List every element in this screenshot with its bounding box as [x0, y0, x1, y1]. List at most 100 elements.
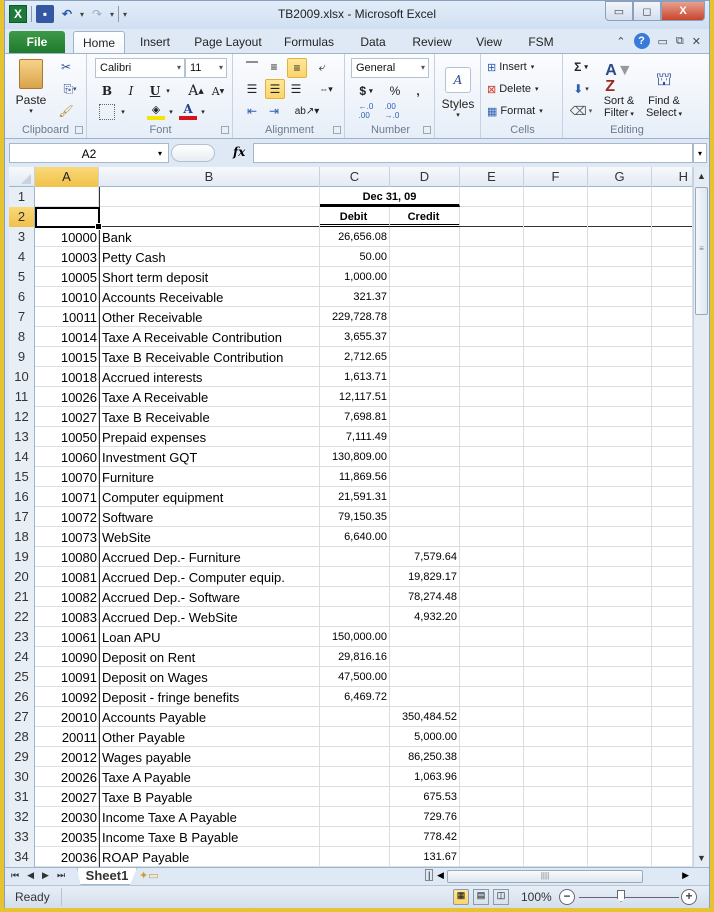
grow-font-button[interactable]: A ▲	[187, 82, 205, 100]
credit-header[interactable]: Credit	[390, 207, 460, 227]
align-left-icon[interactable]: ☰	[243, 80, 261, 98]
column-header-g[interactable]: G	[588, 167, 652, 187]
credit-cell[interactable]	[390, 367, 460, 387]
cell[interactable]	[460, 367, 524, 387]
cell[interactable]	[588, 227, 652, 247]
account-name-cell[interactable]: ROAP Payable	[99, 847, 320, 867]
cell[interactable]	[460, 227, 524, 247]
cell[interactable]	[460, 467, 524, 487]
cell[interactable]	[460, 387, 524, 407]
align-middle-icon[interactable]: ≡	[265, 58, 283, 76]
credit-cell[interactable]	[390, 447, 460, 467]
debit-cell[interactable]: 50.00	[320, 247, 390, 267]
row-header[interactable]: 23	[9, 627, 35, 647]
cell[interactable]	[524, 407, 588, 427]
orientation-icon[interactable]: ab↗▾	[295, 102, 320, 120]
credit-cell[interactable]: 19,829.17	[390, 567, 460, 587]
account-name-cell[interactable]: Taxe A Receivable Contribution	[99, 327, 320, 347]
percent-button[interactable]: %	[387, 82, 403, 100]
row-header[interactable]: 3	[9, 227, 35, 247]
cell[interactable]	[588, 787, 652, 807]
cell[interactable]	[588, 727, 652, 747]
cell[interactable]	[460, 647, 524, 667]
cell[interactable]	[460, 747, 524, 767]
tab-fsm[interactable]: FSM	[523, 31, 559, 53]
cell[interactable]	[524, 747, 588, 767]
account-name-cell[interactable]: Investment GQT	[99, 447, 320, 467]
row-header[interactable]: 30	[9, 767, 35, 787]
row-header[interactable]: 27	[9, 707, 35, 727]
account-number-cell[interactable]: 10082	[35, 587, 99, 607]
debit-cell[interactable]	[320, 547, 390, 567]
insert-cells-button[interactable]: ⊞ Insert ▾	[487, 58, 557, 76]
split-handle[interactable]: |	[425, 869, 434, 881]
account-name-cell[interactable]: Deposit - fringe benefits	[99, 687, 320, 707]
cell[interactable]	[652, 687, 693, 707]
cell[interactable]	[524, 327, 588, 347]
vertical-scroll-thumb[interactable]: ≡	[695, 187, 708, 315]
delete-cells-button[interactable]: ⊠ Delete ▾	[487, 80, 557, 98]
cell[interactable]	[524, 487, 588, 507]
account-name-cell[interactable]: Income Taxe B Payable	[99, 827, 320, 847]
row-header[interactable]: 14	[9, 447, 35, 467]
row-header[interactable]: 8	[9, 327, 35, 347]
debit-cell[interactable]	[320, 747, 390, 767]
account-name-cell[interactable]: Loan APU	[99, 627, 320, 647]
cell[interactable]	[588, 567, 652, 587]
credit-cell[interactable]	[390, 667, 460, 687]
tab-file[interactable]: File	[9, 31, 65, 53]
tab-view[interactable]: View	[471, 31, 507, 53]
account-number-cell[interactable]: 20012	[35, 747, 99, 767]
cell[interactable]	[588, 407, 652, 427]
debit-cell[interactable]: 1,613.71	[320, 367, 390, 387]
cell[interactable]	[652, 587, 693, 607]
cell[interactable]	[588, 347, 652, 367]
cell[interactable]	[460, 487, 524, 507]
credit-cell[interactable]: 675.53	[390, 787, 460, 807]
zoom-slider-track[interactable]	[579, 897, 679, 898]
cell[interactable]	[524, 507, 588, 527]
insert-sheet-icon[interactable]: ✦▭	[139, 869, 159, 882]
date-header[interactable]: Dec 31, 09	[320, 187, 460, 207]
debit-cell[interactable]	[320, 727, 390, 747]
account-name-cell[interactable]: Petty Cash	[99, 247, 320, 267]
debit-cell[interactable]: 130,809.00	[320, 447, 390, 467]
font-name-select[interactable]: Calibri ▾	[95, 58, 185, 78]
formula-input[interactable]	[253, 143, 693, 163]
credit-cell[interactable]	[390, 287, 460, 307]
find-select-button[interactable]: ⛫ Find & Select ▾	[643, 58, 685, 124]
account-name-cell[interactable]: Accrued Dep.- WebSite	[99, 607, 320, 627]
cell[interactable]	[652, 227, 693, 247]
account-number-cell[interactable]: 10083	[35, 607, 99, 627]
row-header[interactable]: 32	[9, 807, 35, 827]
account-number-cell[interactable]: 20036	[35, 847, 99, 867]
cell[interactable]	[524, 187, 588, 207]
cell[interactable]	[588, 607, 652, 627]
cell[interactable]	[524, 807, 588, 827]
cell[interactable]	[524, 727, 588, 747]
column-header-d[interactable]: D	[390, 167, 460, 187]
cell[interactable]	[652, 707, 693, 727]
cell[interactable]	[652, 667, 693, 687]
debit-cell[interactable]: 47,500.00	[320, 667, 390, 687]
debit-cell[interactable]: 11,869.56	[320, 467, 390, 487]
sheet-tab-sheet1[interactable]: Sheet1	[77, 868, 137, 885]
align-right-icon[interactable]: ☰	[287, 80, 305, 98]
scroll-down-icon[interactable]: ▼	[697, 853, 706, 863]
cell[interactable]	[588, 267, 652, 287]
close-button[interactable]: X	[661, 1, 705, 21]
align-bottom-icon[interactable]: ≡	[287, 58, 307, 78]
debit-cell[interactable]: 12,117.51	[320, 387, 390, 407]
account-name-cell[interactable]: Taxe B Payable	[99, 787, 320, 807]
cell[interactable]	[460, 827, 524, 847]
next-sheet-icon[interactable]: ▶	[42, 870, 49, 881]
cell[interactable]	[524, 367, 588, 387]
column-header-b[interactable]: B	[99, 167, 320, 187]
cell[interactable]	[460, 687, 524, 707]
cell[interactable]	[99, 207, 320, 227]
account-number-cell[interactable]: 20026	[35, 767, 99, 787]
cell[interactable]	[652, 367, 693, 387]
account-number-cell[interactable]: 10027	[35, 407, 99, 427]
row-header[interactable]: 18	[9, 527, 35, 547]
page-break-view-button[interactable]: ◫	[493, 889, 509, 905]
